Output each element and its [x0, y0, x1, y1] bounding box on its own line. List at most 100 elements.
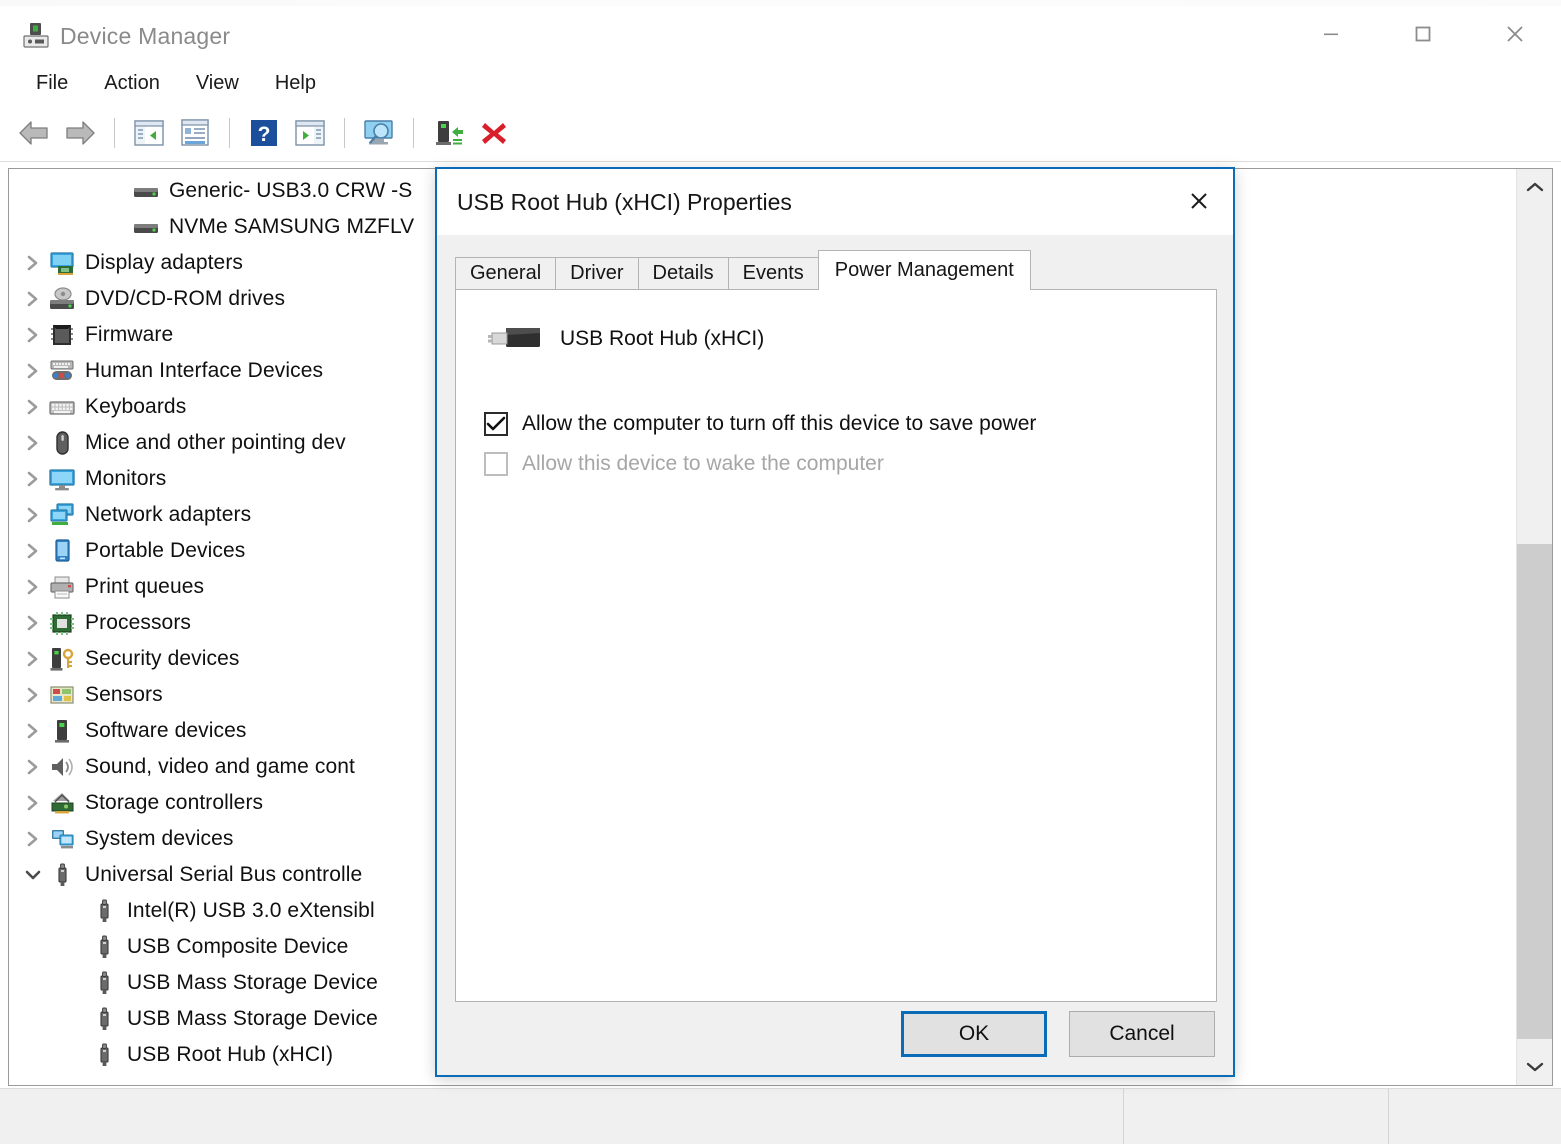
tab-details[interactable]: Details: [637, 257, 729, 289]
chevron-right-icon[interactable]: [19, 389, 47, 425]
tree-expander-none: [61, 1001, 89, 1037]
monitor-icon: [47, 465, 77, 493]
chevron-right-icon[interactable]: [19, 317, 47, 353]
tree-item-label: USB Mass Storage Device: [127, 1007, 378, 1030]
tree-expander-none: [103, 173, 131, 209]
allow-turn-off-device-checkbox[interactable]: Allow the computer to turn off this devi…: [484, 404, 1216, 444]
display-adapter-icon: [47, 249, 77, 277]
toolbar-help[interactable]: ?: [242, 111, 286, 155]
software-device-icon: [55, 720, 69, 743]
printer-icon: [50, 576, 74, 599]
tree-item-label: Security devices: [85, 647, 240, 670]
checkmark-icon: [486, 416, 506, 431]
hid-icon: [50, 360, 74, 380]
device-manager-window: Device Manager File Action View Help ? G…: [0, 0, 1561, 1144]
chevron-down-icon: [1526, 1062, 1544, 1072]
chevron-right-icon[interactable]: [19, 281, 47, 317]
toolbar-separator-3: [344, 117, 345, 148]
chevron-right-icon[interactable]: [19, 245, 47, 281]
checkbox-label: Allow this device to wake the computer: [522, 452, 884, 475]
network-adapter-icon: [47, 501, 77, 529]
scrollbar-up-button[interactable]: [1517, 169, 1552, 205]
back-arrow-icon: [19, 120, 48, 145]
chevron-right-icon: [27, 651, 38, 667]
toolbar-properties[interactable]: [173, 111, 217, 155]
update-driver-icon: [295, 119, 325, 146]
menu-file[interactable]: File: [22, 68, 82, 99]
scrollbar-thumb[interactable]: [1517, 544, 1552, 1039]
chevron-right-icon[interactable]: [19, 425, 47, 461]
ok-button[interactable]: OK: [901, 1011, 1047, 1057]
processor-icon: [50, 612, 74, 635]
chevron-right-icon[interactable]: [19, 533, 47, 569]
speaker-icon: [52, 758, 73, 776]
tab-power-management[interactable]: Power Management: [817, 250, 1031, 290]
toolbar-add-legacy-hardware[interactable]: [426, 111, 470, 155]
tree-item-label: Generic- USB3.0 CRW -S: [169, 179, 413, 202]
system-device-icon: [52, 830, 74, 849]
chevron-right-icon: [27, 507, 38, 523]
maximize-button[interactable]: [1377, 6, 1469, 62]
toolbar-update-driver[interactable]: [288, 111, 332, 155]
sensor-icon: [47, 681, 77, 709]
scrollbar-down-button[interactable]: [1517, 1049, 1552, 1085]
window-controls: [1285, 6, 1561, 62]
chevron-right-icon[interactable]: [19, 821, 47, 857]
chevron-right-icon[interactable]: [19, 785, 47, 821]
chevron-right-icon[interactable]: [19, 713, 47, 749]
cancel-button[interactable]: Cancel: [1069, 1011, 1215, 1057]
chevron-right-icon[interactable]: [19, 569, 47, 605]
chevron-right-icon[interactable]: [19, 353, 47, 389]
network-adapter-icon: [50, 503, 74, 525]
chevron-right-icon[interactable]: [19, 497, 47, 533]
chevron-right-icon: [27, 471, 38, 487]
dialog-tab-strip: General Driver Details Events Power Manageme…: [455, 249, 1217, 290]
speaker-icon: [47, 753, 77, 781]
chevron-right-icon: [27, 327, 38, 343]
chevron-up-icon: [1526, 182, 1544, 192]
chevron-right-icon[interactable]: [19, 461, 47, 497]
chevron-right-icon[interactable]: [19, 605, 47, 641]
usb-icon: [100, 1043, 109, 1066]
power-management-options: Allow the computer to turn off this devi…: [456, 360, 1216, 484]
menu-help[interactable]: Help: [261, 68, 330, 99]
usb-icon: [89, 897, 119, 925]
title-bar: Device Manager: [0, 6, 1561, 62]
tab-general[interactable]: General: [455, 257, 557, 289]
dialog-close-button[interactable]: [1165, 169, 1233, 233]
menu-action[interactable]: Action: [90, 68, 174, 99]
chevron-right-icon[interactable]: [19, 677, 47, 713]
tree-vertical-scrollbar[interactable]: [1516, 169, 1552, 1085]
usb-icon: [58, 863, 67, 886]
chevron-right-icon: [27, 399, 38, 415]
device-header: USB Root Hub (xHCI): [456, 290, 1216, 360]
close-button[interactable]: [1469, 6, 1561, 62]
toolbar-scan-hardware[interactable]: [357, 111, 401, 155]
chevron-right-icon[interactable]: [19, 749, 47, 785]
tab-driver[interactable]: Driver: [555, 257, 639, 289]
scan-for-hardware-changes-icon: [364, 119, 393, 144]
tree-item-label: Network adapters: [85, 503, 252, 526]
checkbox-checked-icon[interactable]: [484, 412, 508, 436]
tab-events[interactable]: Events: [727, 257, 819, 289]
dvd-drive-icon: [47, 285, 77, 313]
chevron-right-icon[interactable]: [19, 641, 47, 677]
toolbar-forward[interactable]: [58, 111, 102, 155]
software-device-icon: [47, 717, 77, 745]
toolbar-uninstall-device[interactable]: [472, 111, 516, 155]
tree-item-label: Firmware: [85, 323, 174, 346]
minimize-button[interactable]: [1285, 6, 1377, 62]
usb-icon: [89, 1041, 119, 1069]
menu-view[interactable]: View: [182, 68, 253, 99]
firmware-icon: [51, 325, 73, 345]
chevron-down-icon[interactable]: [19, 857, 47, 893]
toolbar-show-hide-tree[interactable]: [127, 111, 171, 155]
printer-icon: [47, 573, 77, 601]
dialog-title-bar: USB Root Hub (xHCI) Properties: [437, 169, 1233, 235]
processor-icon: [47, 609, 77, 637]
usb-icon: [100, 899, 109, 922]
toolbar-back[interactable]: [12, 111, 56, 155]
minimize-icon: [1324, 33, 1338, 36]
tree-expander-none: [61, 893, 89, 929]
system-device-icon: [47, 825, 77, 853]
